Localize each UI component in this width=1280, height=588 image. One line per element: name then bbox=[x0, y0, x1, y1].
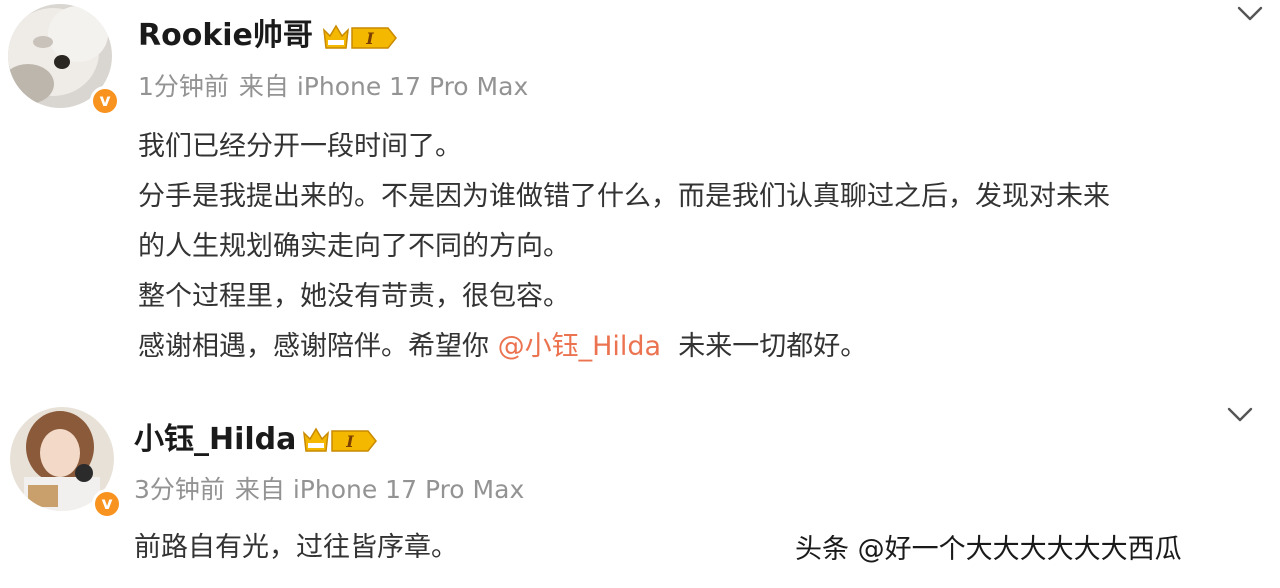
chevron-down-icon[interactable] bbox=[1227, 407, 1253, 423]
crown-level-badge-icon: I bbox=[303, 427, 377, 452]
post-source: 来自 iPhone 17 Pro Max bbox=[234, 475, 525, 504]
level-badge-text: I bbox=[365, 29, 374, 48]
chevron-down-icon[interactable] bbox=[1237, 6, 1263, 22]
weibo-feed: v Rookie帅哥 I 1分钟前 来自 iPhone 17 Pro Max 我们… bbox=[0, 0, 1280, 588]
post-time: 3分钟前 bbox=[134, 475, 225, 504]
content-line: 分手是我提出来的。不是因为谁做错了什么，而是我们认真聊过之后，发现对未来 bbox=[138, 181, 1110, 212]
level-badge-text: I bbox=[345, 432, 354, 451]
content-text: 感谢相遇，感谢陪伴。希望你 bbox=[138, 331, 498, 362]
username[interactable]: Rookie帅哥 bbox=[138, 18, 313, 54]
post-time: 1分钟前 bbox=[138, 72, 229, 101]
verified-v-icon: v bbox=[92, 489, 122, 519]
post-content: 我们已经分开一段时间了。 分手是我提出来的。不是因为谁做错了什么，而是我们认真聊… bbox=[138, 122, 1268, 372]
crown-level-badge-icon: I bbox=[323, 24, 397, 49]
avatar-hilda[interactable]: v bbox=[10, 407, 122, 519]
watermark: 头条 @好一个大大大大大大西瓜 bbox=[795, 534, 1182, 565]
content-line: 的人生规划确实走向了不同的方向。 bbox=[138, 231, 570, 262]
content-line: 感谢相遇，感谢陪伴。希望你 @小钰_Hilda 未来一切都好。 bbox=[138, 322, 1268, 372]
content-text: 未来一切都好。 bbox=[661, 331, 868, 362]
content-line: 我们已经分开一段时间了。 bbox=[138, 131, 462, 162]
username[interactable]: 小钰_Hilda bbox=[134, 422, 296, 458]
mention-link[interactable]: @小钰_Hilda bbox=[498, 331, 662, 362]
verified-v-icon: v bbox=[90, 86, 120, 116]
post-meta: 1分钟前 来自 iPhone 17 Pro Max bbox=[138, 71, 528, 103]
post-meta: 3分钟前 来自 iPhone 17 Pro Max bbox=[134, 474, 524, 506]
avatar-rookie[interactable]: v bbox=[8, 4, 120, 116]
content-line: 整个过程里，她没有苛责，很包容。 bbox=[138, 281, 570, 312]
post-source: 来自 iPhone 17 Pro Max bbox=[238, 72, 529, 101]
